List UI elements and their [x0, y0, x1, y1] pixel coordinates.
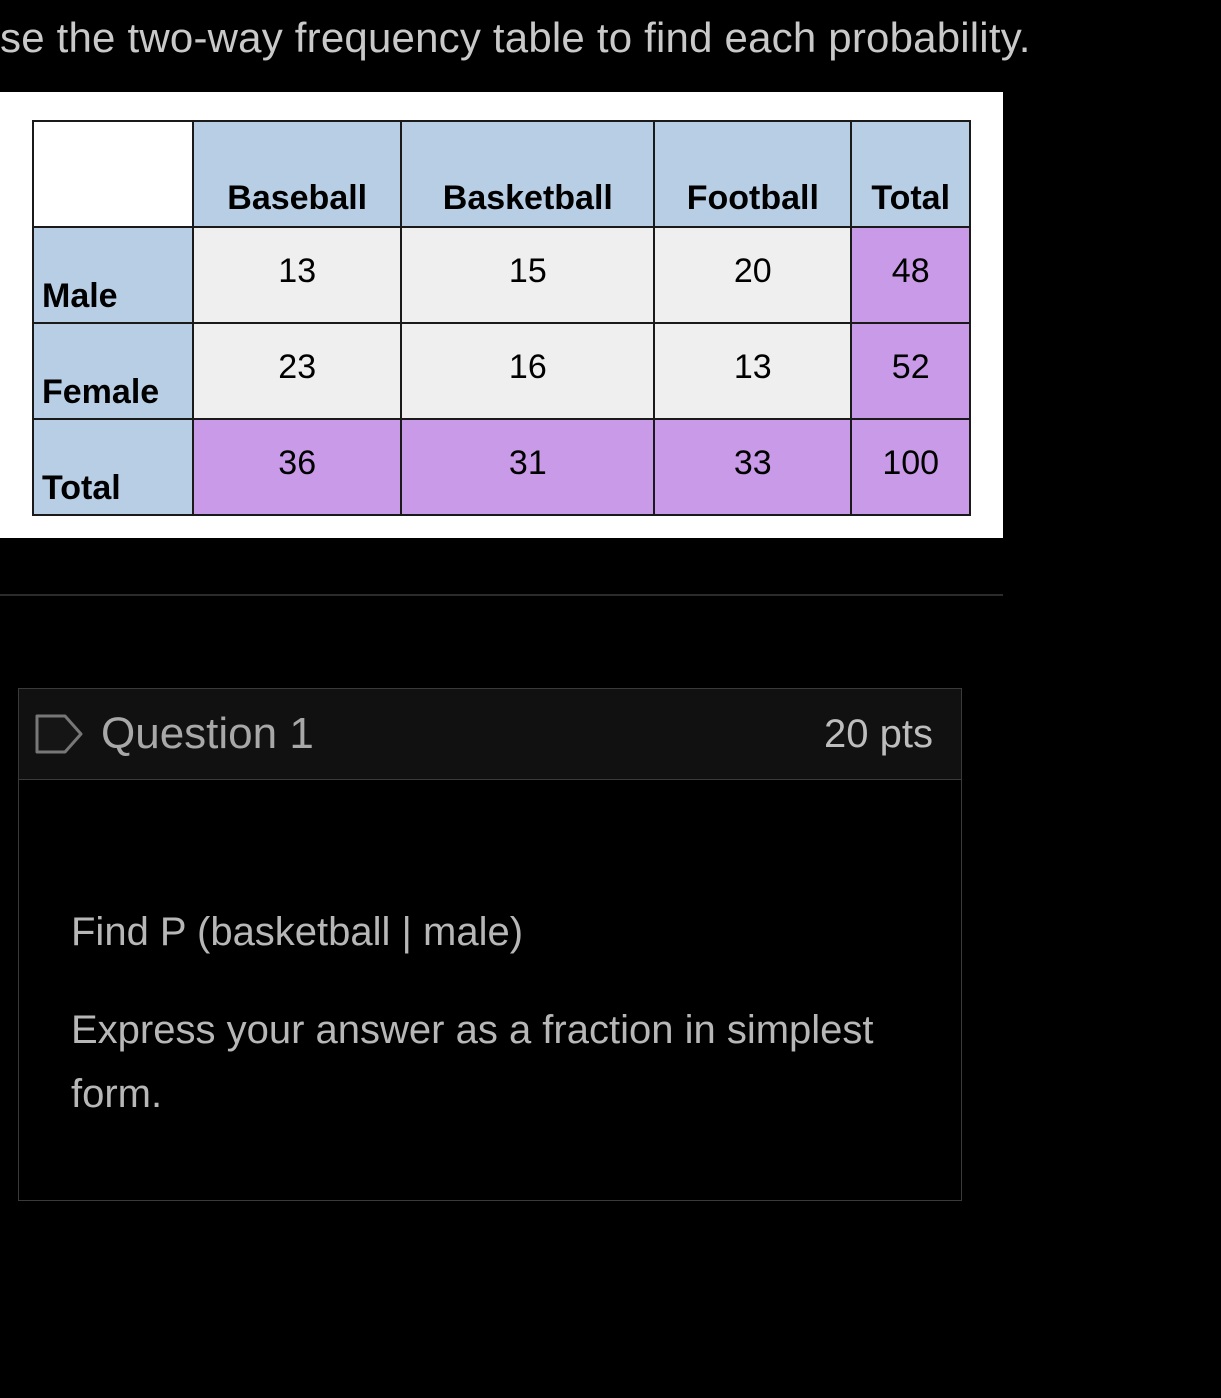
question-title: Question 1	[101, 709, 314, 759]
row-header-male: Male	[33, 227, 193, 323]
cell-total: 48	[851, 227, 970, 323]
row-header-female: Female	[33, 323, 193, 419]
cell-total: 33	[654, 419, 851, 515]
question-prompt-2: Express your answer as a fraction in sim…	[71, 998, 909, 1126]
table-row-total: Total 36 31 33 100	[33, 419, 970, 515]
cell-total: 100	[851, 419, 970, 515]
row-header-total: Total	[33, 419, 193, 515]
question-header-left: Question 1	[35, 709, 314, 759]
question-card: Question 1 20 pts Find P (basketball | m…	[18, 688, 962, 1201]
cell: 13	[193, 227, 401, 323]
question-prompt-1: Find P (basketball | male)	[71, 900, 909, 964]
frequency-table: Baseball Basketball Football Total Male …	[32, 120, 971, 516]
question-header: Question 1 20 pts	[19, 689, 961, 780]
col-header-baseball: Baseball	[193, 121, 401, 227]
cell: 20	[654, 227, 851, 323]
instruction-text: se the two-way frequency table to find e…	[0, 0, 1003, 92]
question-body: Find P (basketball | male) Express your …	[19, 780, 961, 1200]
tag-icon	[35, 714, 83, 754]
cell-total: 36	[193, 419, 401, 515]
frequency-table-card: Baseball Basketball Football Total Male …	[0, 92, 1003, 538]
col-header-total: Total	[851, 121, 970, 227]
question-points: 20 pts	[824, 712, 933, 757]
cell: 13	[654, 323, 851, 419]
col-header-football: Football	[654, 121, 851, 227]
divider	[0, 594, 1003, 596]
table-header-row: Baseball Basketball Football Total	[33, 121, 970, 227]
cell: 23	[193, 323, 401, 419]
table-row: Male 13 15 20 48	[33, 227, 970, 323]
cell-total: 52	[851, 323, 970, 419]
cell: 16	[401, 323, 654, 419]
cell-total: 31	[401, 419, 654, 515]
table-row: Female 23 16 13 52	[33, 323, 970, 419]
table-corner-cell	[33, 121, 193, 227]
cell: 15	[401, 227, 654, 323]
col-header-basketball: Basketball	[401, 121, 654, 227]
